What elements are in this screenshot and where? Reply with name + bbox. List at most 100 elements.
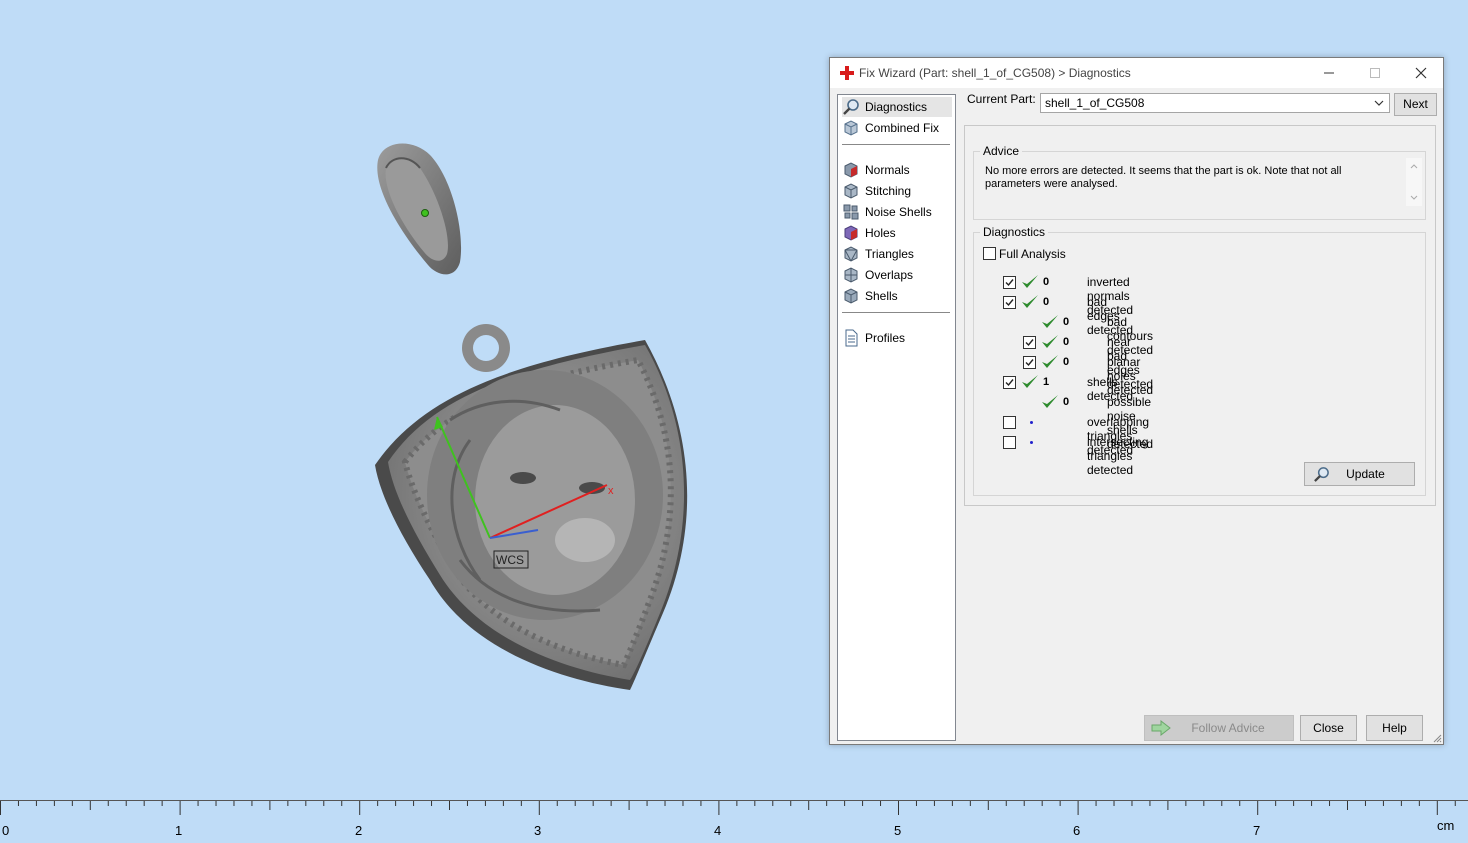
shells-cube-icon xyxy=(844,288,858,304)
ruler-ticks xyxy=(0,801,1456,815)
checkmark-icon xyxy=(1005,279,1014,287)
minimize-button[interactable] xyxy=(1306,58,1352,88)
nav-item-triangles[interactable]: Triangles xyxy=(842,244,952,264)
full-analysis-checkbox[interactable] xyxy=(983,247,996,260)
checkmark-icon xyxy=(1025,339,1034,347)
row-checkbox-near-bad-edges-detected[interactable] xyxy=(1023,336,1036,349)
status-not-analysed-icon xyxy=(1030,421,1033,424)
magnifier-icon xyxy=(843,99,859,115)
nav-item-profiles[interactable]: Profiles xyxy=(842,328,952,348)
nav-separator xyxy=(842,144,950,145)
dialog-title: Fix Wizard (Part: shell_1_of_CG508) > Di… xyxy=(859,66,1131,80)
chevron-down-icon xyxy=(1374,100,1384,106)
row-count: 0 xyxy=(1063,316,1070,328)
nav-label-holes: Holes xyxy=(865,226,896,240)
ruler-label-5: 5 xyxy=(894,823,902,838)
nav-label-diagnostics: Diagnostics xyxy=(865,100,928,114)
nav-label-overlaps: Overlaps xyxy=(865,268,914,282)
nav-item-combined-fix[interactable]: Combined Fix xyxy=(842,118,952,138)
nav-item-overlaps[interactable]: Overlaps xyxy=(842,265,952,285)
nav-item-noise-shells[interactable]: Noise Shells xyxy=(842,202,952,222)
follow-advice-button[interactable]: Follow Advice xyxy=(1144,715,1294,741)
maximize-button[interactable] xyxy=(1352,58,1398,88)
resize-grip-icon[interactable] xyxy=(1432,733,1442,743)
row-count: 0 xyxy=(1043,276,1050,288)
ruler-label-1: 1 xyxy=(175,823,183,838)
shield-pendant-part xyxy=(375,324,688,690)
advice-group: Advice No more errors are detected. It s… xyxy=(973,144,1426,220)
triangles-cube-icon xyxy=(844,246,858,262)
arrow-right-icon xyxy=(1151,720,1171,736)
update-button[interactable]: Update xyxy=(1304,462,1415,486)
row-count: 0 xyxy=(1063,356,1070,368)
checkmark-icon xyxy=(1005,299,1014,307)
close-icon xyxy=(1415,67,1427,79)
nav-label-profiles: Profiles xyxy=(865,331,906,345)
x-axis-label: x xyxy=(608,485,614,497)
row-count: 0 xyxy=(1063,396,1070,408)
update-label: Update xyxy=(1346,467,1385,481)
row-count: 0 xyxy=(1043,296,1050,308)
nav-item-shells[interactable]: Shells xyxy=(842,286,952,306)
normals-cube-icon xyxy=(844,162,858,178)
nav-label-combined-fix: Combined Fix xyxy=(865,121,940,135)
current-part-value: shell_1_of_CG508 xyxy=(1045,96,1145,110)
next-button[interactable]: Next xyxy=(1394,93,1437,116)
nav-item-holes[interactable]: Holes xyxy=(842,223,952,243)
close-window-button[interactable] xyxy=(1398,58,1444,88)
checkmark-icon xyxy=(1005,379,1014,387)
row-checkbox-intersecting-triangles-detected[interactable] xyxy=(1003,436,1016,449)
status-ok-icon xyxy=(1022,275,1038,288)
red-cross-icon xyxy=(840,66,854,80)
wizard-nav: Diagnostics Combined Fix Normals Stitchi… xyxy=(837,94,956,741)
ruler-label-3: 3 xyxy=(534,823,542,838)
maximize-icon xyxy=(1370,68,1380,78)
advice-text: No more errors are detected. It seems th… xyxy=(985,165,1342,190)
nav-label-shells: Shells xyxy=(865,289,898,303)
nav-item-diagnostics[interactable]: Diagnostics xyxy=(842,97,952,117)
follow-advice-label: Follow Advice xyxy=(1191,721,1265,735)
status-ok-icon xyxy=(1042,355,1058,368)
close-button[interactable]: Close xyxy=(1300,715,1357,741)
ruler: 0 1 2 3 4 5 6 7 cm xyxy=(0,800,1468,842)
magnifier-icon xyxy=(1314,467,1329,482)
noise-shells-icon xyxy=(843,204,859,220)
fix-wizard-dialog: Fix Wizard (Part: shell_1_of_CG508) > Di… xyxy=(829,57,1444,745)
diagnostics-legend: Diagnostics xyxy=(980,225,1049,239)
ruler-label-7: 7 xyxy=(1253,823,1261,838)
row-count: 1 xyxy=(1043,376,1050,388)
full-analysis-label: Full Analysis xyxy=(999,247,1066,261)
row-checkbox-bad-edges-detected[interactable] xyxy=(1003,296,1016,309)
status-ok-icon xyxy=(1042,315,1058,328)
row-label-intersecting-triangles-detected: intersecting triangles detected xyxy=(1087,435,1149,477)
ruler-label-4: 4 xyxy=(714,823,722,838)
ruler-label-2: 2 xyxy=(355,823,363,838)
row-checkbox-planar-holes-detected[interactable] xyxy=(1023,356,1036,369)
help-button[interactable]: Help xyxy=(1366,715,1423,741)
cube-icon xyxy=(844,120,858,136)
nav-label-noise-shells: Noise Shells xyxy=(865,205,932,219)
row-checkbox-inverted-normals-detected[interactable] xyxy=(1003,276,1016,289)
document-icon xyxy=(845,329,858,347)
row-count: 0 xyxy=(1063,336,1070,348)
nav-item-normals[interactable]: Normals xyxy=(842,160,952,180)
status-ok-icon xyxy=(1022,295,1038,308)
advice-scrollbar[interactable] xyxy=(1406,158,1422,206)
status-ok-icon xyxy=(1042,335,1058,348)
overlaps-cube-icon xyxy=(844,267,858,283)
scroll-arrows-icon xyxy=(1410,164,1418,200)
ruler-unit: cm xyxy=(1437,818,1455,833)
nav-separator xyxy=(842,312,950,313)
row-checkbox-overlapping-triangles-detected[interactable] xyxy=(1003,416,1016,429)
nav-label-triangles: Triangles xyxy=(865,247,914,261)
minimize-icon xyxy=(1324,72,1334,74)
bail-ring-part xyxy=(377,143,462,275)
checkmark-icon xyxy=(1025,359,1034,367)
title-bar[interactable]: Fix Wizard (Part: shell_1_of_CG508) > Di… xyxy=(830,58,1443,88)
ruler-label-0: 0 xyxy=(2,823,10,838)
nav-item-stitching[interactable]: Stitching xyxy=(842,181,952,201)
nav-label-normals: Normals xyxy=(865,163,910,177)
advice-legend: Advice xyxy=(980,144,1023,158)
current-part-select[interactable]: shell_1_of_CG508 xyxy=(1040,93,1390,113)
row-checkbox-shells-detected[interactable] xyxy=(1003,376,1016,389)
